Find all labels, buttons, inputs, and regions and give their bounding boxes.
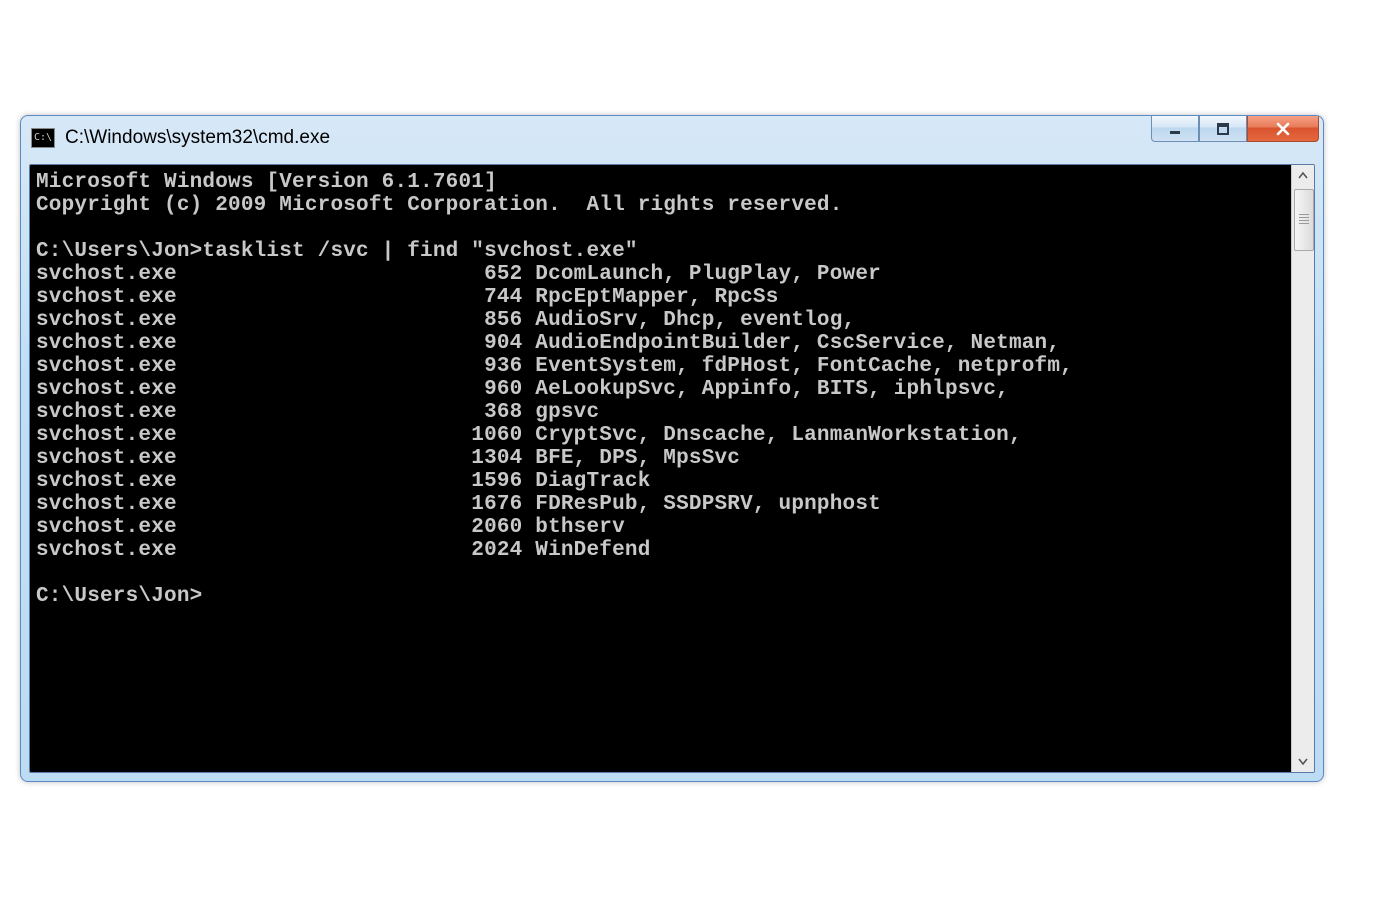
cmd-icon: [31, 128, 55, 148]
scrollbar-thumb[interactable]: [1294, 189, 1314, 251]
scroll-up-button[interactable]: [1293, 165, 1313, 187]
chevron-down-icon: [1298, 756, 1308, 766]
window-title: C:\Windows\system32\cmd.exe: [65, 127, 330, 149]
scroll-down-button[interactable]: [1293, 750, 1313, 772]
close-icon: [1275, 121, 1291, 137]
close-button[interactable]: [1247, 116, 1319, 142]
command-prompt-window: C:\Windows\system32\cmd.exe Microsoft Wi…: [20, 115, 1324, 782]
minimize-button[interactable]: [1151, 116, 1199, 142]
client-area: Microsoft Windows [Version 6.1.7601] Cop…: [29, 164, 1315, 773]
minimize-icon: [1168, 122, 1182, 136]
chevron-up-icon: [1298, 171, 1308, 181]
maximize-button[interactable]: [1199, 116, 1247, 142]
vertical-scrollbar[interactable]: [1291, 165, 1314, 772]
maximize-icon: [1216, 122, 1230, 136]
console-output[interactable]: Microsoft Windows [Version 6.1.7601] Cop…: [30, 165, 1291, 772]
titlebar[interactable]: C:\Windows\system32\cmd.exe: [21, 116, 1323, 160]
